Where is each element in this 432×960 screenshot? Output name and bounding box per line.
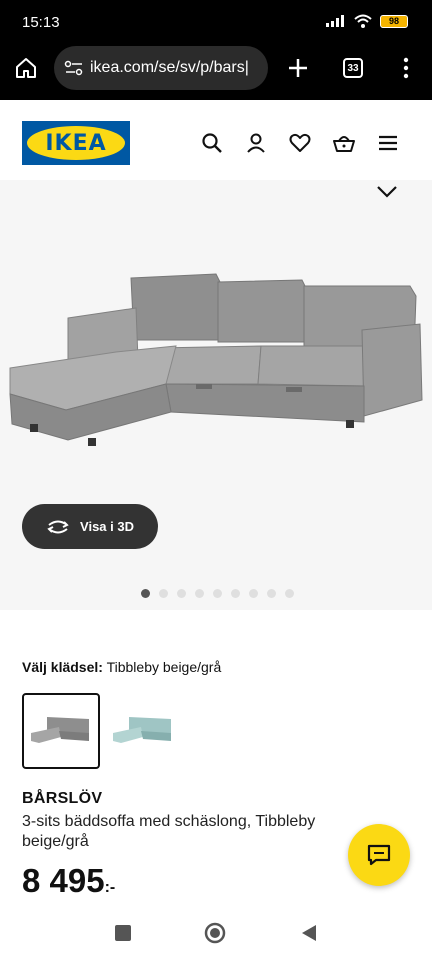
swatch-image-blue [113,717,171,743]
back-icon[interactable] [300,924,318,942]
new-tab-icon[interactable] [286,56,310,80]
product-description: 3-sits bäddsoffa med schäslong, Tibbleby… [22,813,316,850]
home-nav-icon[interactable] [204,922,226,944]
swatch-image-grey [31,717,89,743]
site-settings-icon[interactable] [64,60,84,76]
fabric-selector-label: Välj klädsel: Tibbleby beige/grå [22,659,221,675]
profile-icon[interactable] [244,131,268,155]
gallery-dot[interactable] [231,589,240,598]
fabric-selected-value: Tibbleby beige/grå [106,659,222,675]
gallery-dot[interactable] [141,589,150,598]
fabric-swatch-blue[interactable] [104,693,182,769]
basket-icon[interactable] [332,131,356,155]
menu-dots-icon[interactable] [394,56,418,80]
product-name: BÅRSLÖV [22,790,103,807]
recents-icon[interactable] [114,924,132,942]
chat-button[interactable] [348,824,410,886]
price-currency: :- [104,879,116,896]
gallery-dot[interactable] [177,589,186,598]
fabric-swatch-grey[interactable] [22,693,100,769]
status-time: 15:13 [22,14,60,31]
gallery-dot[interactable] [267,589,276,598]
gallery-dot[interactable] [213,589,222,598]
gallery-dot[interactable] [195,589,204,598]
rotate-3d-icon [47,520,69,533]
logo-text: IKEA [45,130,107,156]
battery-icon: 98 [380,14,408,28]
product-image [9,273,423,446]
fabric-label-title: Välj klädsel: [22,659,103,675]
view-in-3d-label: Visa i 3D [80,519,134,534]
chat-icon [367,844,391,866]
signal-icon [326,15,344,27]
gallery-dot[interactable] [249,589,258,598]
chevron-down-icon[interactable] [376,183,398,199]
price-value: 8 495 [22,862,105,899]
url-bar[interactable]: ikea.com/se/sv/p/bars| [54,46,268,90]
home-icon[interactable] [14,56,38,80]
gallery-dot[interactable] [159,589,168,598]
status-icons: 98 [326,14,408,28]
logo-oval: IKEA [27,126,125,160]
view-in-3d-button[interactable]: Visa i 3D [22,504,158,549]
gallery-pagination[interactable] [141,589,294,598]
status-bar: 15:13 98 [0,0,432,40]
hamburger-icon[interactable] [376,131,400,155]
search-icon[interactable] [200,131,224,155]
ikea-logo[interactable]: IKEA [22,121,130,165]
tab-count: 33 [347,62,359,74]
gallery-dot[interactable] [285,589,294,598]
heart-icon[interactable] [288,131,312,155]
product-price: 8 495:- [22,862,115,900]
url-text: ikea.com/se/sv/p/bars| [90,59,249,76]
wifi-icon [354,14,372,28]
tabs-icon[interactable]: 33 [343,58,363,78]
battery-level: 98 [388,16,399,26]
